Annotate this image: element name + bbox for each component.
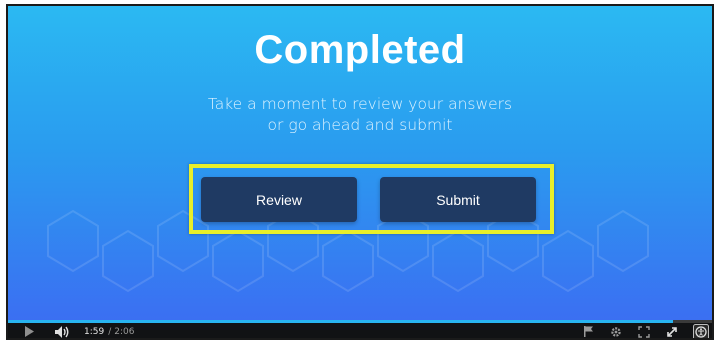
subtitle-line-1: Take a moment to review your answers <box>207 95 513 113</box>
slide-title: Completed <box>254 28 466 72</box>
player-frame: Completed Take a moment to review your a… <box>6 4 714 340</box>
time-separator: / <box>108 326 112 337</box>
current-time: 1:59 <box>84 326 105 337</box>
volume-icon[interactable] <box>54 325 70 339</box>
accessibility-icon[interactable] <box>692 323 710 338</box>
fullscreen-icon[interactable] <box>636 325 652 339</box>
settings-icon[interactable] <box>608 325 624 339</box>
expand-icon[interactable] <box>664 325 680 339</box>
duration: 2:06 <box>114 326 135 337</box>
slide-subtitle: Take a moment to review your answers or … <box>8 94 712 136</box>
slide-stage: Completed Take a moment to review your a… <box>8 6 712 320</box>
review-button[interactable]: Review <box>201 177 357 222</box>
flag-icon[interactable] <box>580 325 596 339</box>
submit-button[interactable]: Submit <box>380 177 536 222</box>
subtitle-line-2: or go ahead and submit <box>267 116 453 134</box>
play-icon[interactable] <box>22 325 36 339</box>
player-controls: 1:59 / 2:06 <box>8 323 712 339</box>
